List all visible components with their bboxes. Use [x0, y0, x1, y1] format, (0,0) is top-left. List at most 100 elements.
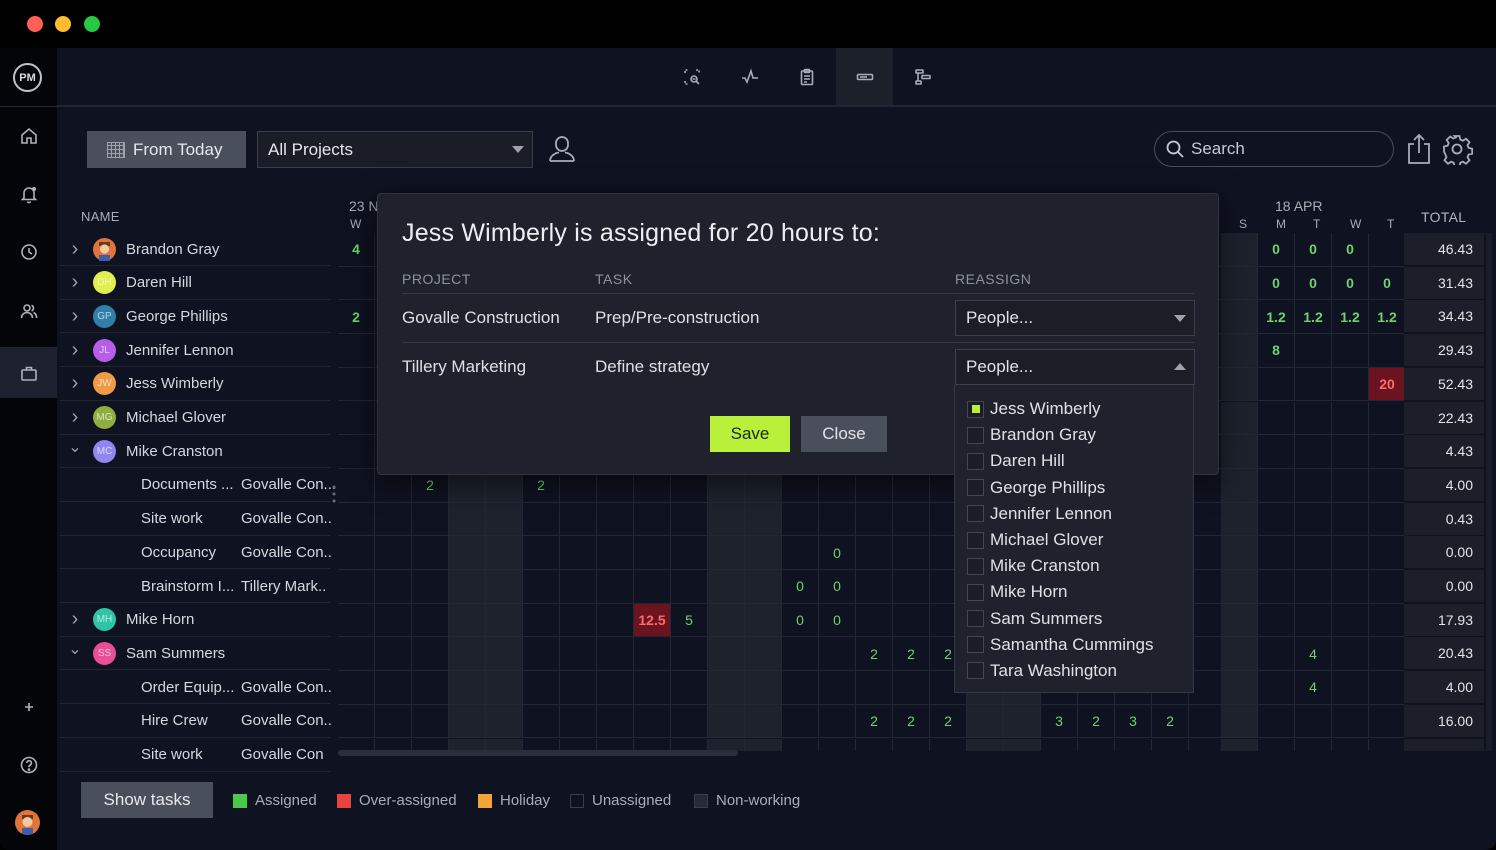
empty-cell[interactable]: [1332, 704, 1369, 739]
workload-cell[interactable]: 0: [1332, 266, 1369, 301]
empty-cell[interactable]: [1004, 738, 1041, 751]
empty-cell[interactable]: [1258, 367, 1295, 402]
empty-cell[interactable]: [449, 603, 486, 638]
empty-cell[interactable]: [412, 637, 449, 672]
empty-cell[interactable]: [338, 468, 375, 503]
empty-cell[interactable]: [1221, 738, 1258, 751]
empty-cell[interactable]: [893, 502, 930, 537]
empty-cell[interactable]: [1258, 502, 1295, 537]
checkbox[interactable]: [967, 505, 984, 523]
empty-cell[interactable]: [338, 266, 375, 301]
person-row[interactable]: › MG Michael Glover: [60, 402, 330, 435]
empty-cell[interactable]: [1295, 367, 1332, 402]
workload-cell[interactable]: 8: [1258, 334, 1295, 368]
empty-cell[interactable]: [338, 637, 375, 672]
people-option[interactable]: Jess Wimberly: [955, 396, 1193, 422]
empty-cell[interactable]: [893, 536, 930, 570]
empty-cell[interactable]: [1369, 637, 1404, 672]
empty-cell[interactable]: [486, 570, 523, 604]
empty-cell[interactable]: [671, 671, 708, 705]
sidebar-item-team[interactable]: [0, 289, 57, 333]
person-row[interactable]: › GP George Phillips: [60, 300, 330, 334]
checkbox[interactable]: [967, 610, 984, 628]
empty-cell[interactable]: [1258, 704, 1295, 739]
people-option[interactable]: George Phillips: [955, 475, 1193, 501]
people-option[interactable]: Tara Washington: [955, 658, 1193, 684]
empty-cell[interactable]: [523, 536, 560, 570]
empty-cell[interactable]: [634, 671, 671, 705]
empty-cell[interactable]: [1332, 671, 1369, 705]
workload-cell[interactable]: 0: [1295, 233, 1332, 267]
empty-cell[interactable]: [523, 704, 560, 739]
workload-cell[interactable]: 0: [1295, 266, 1332, 301]
empty-cell[interactable]: [560, 570, 597, 604]
person-row[interactable]: › Brandon Gray: [60, 233, 330, 266]
workload-cell[interactable]: 2: [930, 704, 967, 739]
empty-cell[interactable]: [782, 704, 819, 739]
person-row[interactable]: ⌄ MC Mike Cranston: [60, 435, 330, 469]
workload-cell[interactable]: 1.2: [1295, 300, 1332, 335]
empty-cell[interactable]: [1258, 401, 1295, 436]
people-option[interactable]: Brandon Gray: [955, 422, 1193, 448]
empty-cell[interactable]: [1369, 671, 1404, 705]
empty-cell[interactable]: [375, 637, 412, 672]
empty-cell[interactable]: [893, 671, 930, 705]
empty-cell[interactable]: [560, 637, 597, 672]
empty-cell[interactable]: [375, 603, 412, 638]
empty-cell[interactable]: [930, 738, 967, 751]
empty-cell[interactable]: [486, 637, 523, 672]
empty-cell[interactable]: [782, 637, 819, 672]
empty-cell[interactable]: [893, 570, 930, 604]
empty-cell[interactable]: [708, 637, 745, 672]
empty-cell[interactable]: [745, 738, 782, 751]
empty-cell[interactable]: [1221, 435, 1258, 469]
workload-cell[interactable]: 0: [819, 570, 856, 604]
empty-cell[interactable]: [449, 637, 486, 672]
workload-cell[interactable]: 4: [1295, 671, 1332, 705]
empty-cell[interactable]: [412, 536, 449, 570]
empty-cell[interactable]: [967, 738, 1004, 751]
empty-cell[interactable]: [1332, 570, 1369, 604]
workload-cell[interactable]: 0: [1332, 233, 1369, 267]
workload-cell[interactable]: 0: [819, 603, 856, 638]
people-option[interactable]: Mike Horn: [955, 579, 1193, 605]
empty-cell[interactable]: [634, 704, 671, 739]
empty-cell[interactable]: [1295, 536, 1332, 570]
empty-cell[interactable]: [1221, 704, 1258, 739]
empty-cell[interactable]: [1258, 536, 1295, 570]
empty-cell[interactable]: [1221, 266, 1258, 301]
empty-cell[interactable]: [486, 502, 523, 537]
task-row[interactable]: Occupancy Govalle Con..: [60, 536, 332, 570]
empty-cell[interactable]: [1258, 570, 1295, 604]
empty-cell[interactable]: [486, 704, 523, 739]
empty-cell[interactable]: [338, 334, 375, 368]
empty-cell[interactable]: [1221, 367, 1258, 402]
empty-cell[interactable]: [1369, 705, 1404, 739]
workload-cell[interactable]: 2: [1078, 704, 1115, 739]
empty-cell[interactable]: [1295, 704, 1332, 739]
window-maximize-button[interactable]: [84, 16, 100, 32]
person-filter-icon[interactable]: [546, 133, 578, 165]
empty-cell[interactable]: [338, 671, 375, 705]
empty-cell[interactable]: [449, 671, 486, 705]
empty-cell[interactable]: [782, 536, 819, 570]
empty-cell[interactable]: [523, 502, 560, 537]
empty-cell[interactable]: [671, 570, 708, 604]
projects-select[interactable]: All Projects: [257, 131, 533, 168]
people-option[interactable]: Samantha Cummings: [955, 632, 1193, 658]
empty-cell[interactable]: [708, 704, 745, 739]
workload-cell[interactable]: 2: [856, 637, 893, 672]
empty-cell[interactable]: [375, 570, 412, 604]
workload-cell[interactable]: 1.2: [1258, 300, 1295, 335]
person-row[interactable]: › JW Jess Wimberly: [60, 368, 330, 401]
empty-cell[interactable]: [1332, 401, 1369, 436]
workload-cell[interactable]: 0: [1258, 266, 1295, 301]
workload-cell[interactable]: 2: [1152, 704, 1189, 739]
empty-cell[interactable]: [412, 671, 449, 705]
chevron-right-icon[interactable]: ›: [60, 339, 90, 362]
empty-cell[interactable]: [1295, 401, 1332, 436]
empty-cell[interactable]: [1221, 468, 1258, 503]
empty-cell[interactable]: [1258, 468, 1295, 503]
workload-cell[interactable]: 4: [338, 233, 375, 267]
empty-cell[interactable]: [708, 536, 745, 570]
